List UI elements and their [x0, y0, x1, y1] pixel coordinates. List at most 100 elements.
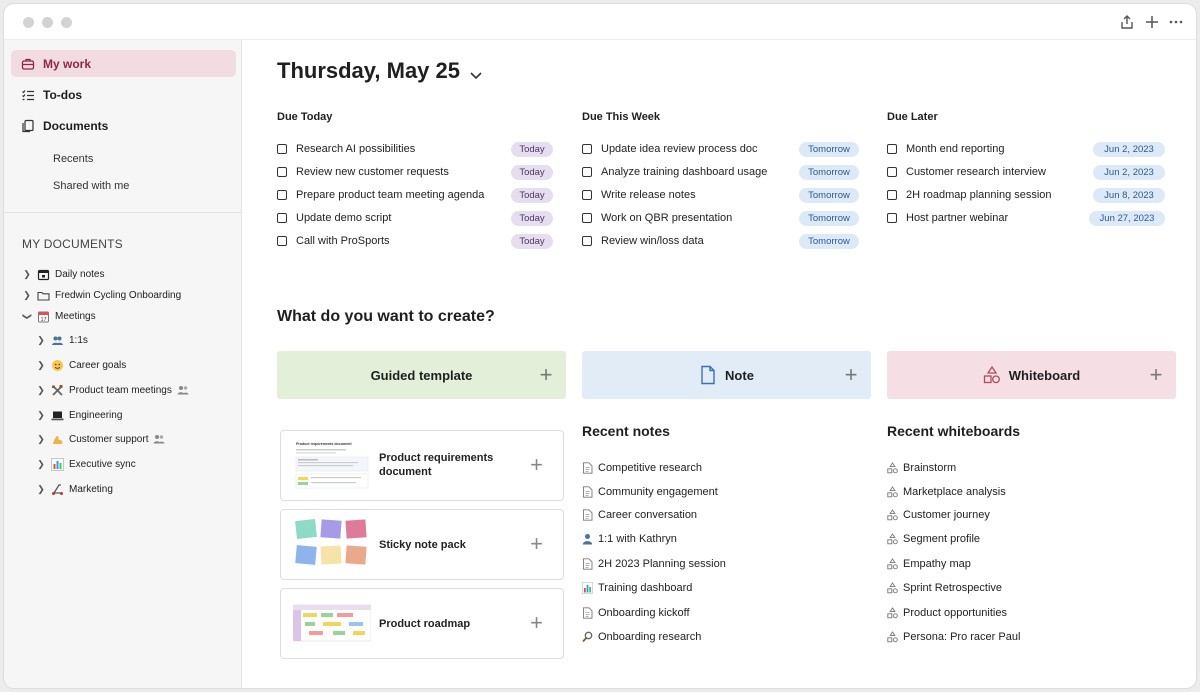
- recent-notes-heading: Recent notes: [582, 423, 670, 439]
- list-item[interactable]: Persona: Pro racer Paul: [887, 629, 1020, 645]
- chevron-right-icon[interactable]: ❯: [22, 269, 32, 280]
- task-item[interactable]: Month end reporting: [887, 140, 1004, 158]
- list-item[interactable]: Marketplace analysis: [887, 484, 1006, 500]
- list-item[interactable]: Sprint Retrospective: [887, 580, 1002, 596]
- task-item[interactable]: Review new customer requests: [277, 163, 449, 181]
- task-checkbox[interactable]: [277, 236, 287, 246]
- nav-documents[interactable]: Documents: [11, 112, 236, 139]
- task-item[interactable]: Update idea review process doc: [582, 140, 758, 158]
- task-item[interactable]: 2H roadmap planning session: [887, 186, 1052, 204]
- list-item[interactable]: Community engagement: [582, 484, 718, 500]
- list-item[interactable]: Customer journey: [887, 507, 990, 523]
- nav-recents[interactable]: Recents: [53, 153, 93, 165]
- task-checkbox[interactable]: [582, 190, 592, 200]
- nav-to-dos[interactable]: To-dos: [11, 81, 236, 108]
- list-item[interactable]: Onboarding kickoff: [582, 605, 690, 621]
- list-item[interactable]: Empathy map: [887, 556, 971, 572]
- tree-item-1-1s[interactable]: ❯ 1:1s: [36, 332, 88, 348]
- add-icon[interactable]: [1144, 14, 1160, 30]
- task-checkbox[interactable]: [582, 236, 592, 246]
- list-item[interactable]: Competitive research: [582, 460, 702, 476]
- plus-icon[interactable]: +: [530, 532, 543, 556]
- window-close-dot[interactable]: [23, 17, 34, 28]
- chevron-right-icon[interactable]: ❯: [36, 335, 46, 346]
- list-item[interactable]: Brainstorm: [887, 460, 956, 476]
- more-icon[interactable]: [1168, 14, 1184, 30]
- date-picker[interactable]: Thursday, May 25: [277, 58, 484, 84]
- task-checkbox[interactable]: [887, 213, 897, 223]
- list-item[interactable]: Career conversation: [582, 507, 697, 523]
- list-item[interactable]: Segment profile: [887, 531, 980, 547]
- tree-item-customer-support[interactable]: ❯ Customer support: [36, 431, 165, 447]
- chevron-right-icon[interactable]: ❯: [36, 434, 46, 445]
- template-card-prd[interactable]: Product requirements document Product re…: [280, 430, 564, 501]
- whiteboard-icon: [887, 486, 898, 498]
- share-icon[interactable]: [1119, 14, 1135, 30]
- task-item[interactable]: Call with ProSports: [277, 232, 390, 250]
- plus-icon[interactable]: +: [530, 453, 543, 477]
- task-item[interactable]: Research AI possibilities: [277, 140, 415, 158]
- chevron-right-icon[interactable]: ❯: [36, 385, 46, 396]
- chevron-down-icon[interactable]: ❯: [22, 311, 33, 321]
- create-whiteboard-button[interactable]: Whiteboard +: [887, 351, 1176, 399]
- chevron-right-icon[interactable]: ❯: [36, 360, 46, 371]
- window-zoom-dot[interactable]: [61, 17, 72, 28]
- task-checkbox[interactable]: [582, 167, 592, 177]
- chevron-down-icon[interactable]: [468, 63, 484, 80]
- task-item[interactable]: Update demo script: [277, 209, 391, 227]
- task-checkbox[interactable]: [887, 144, 897, 154]
- task-checkbox[interactable]: [277, 167, 287, 177]
- list-item[interactable]: 1:1 with Kathryn: [582, 531, 677, 547]
- template-thumbnail: [293, 518, 371, 571]
- scooter-icon: [51, 483, 64, 496]
- shared-people-icon: [177, 385, 189, 395]
- list-item[interactable]: Training dashboard: [582, 580, 692, 596]
- chevron-right-icon[interactable]: ❯: [36, 484, 46, 495]
- task-item[interactable]: Write release notes: [582, 186, 696, 204]
- list-item-label: Competitive research: [598, 462, 702, 474]
- create-card-label: Guided template: [370, 367, 473, 383]
- due-badge: Tomorrow: [799, 165, 859, 180]
- task-item[interactable]: Analyze training dashboard usage: [582, 163, 767, 181]
- list-item[interactable]: Onboarding research: [582, 629, 701, 645]
- chevron-right-icon[interactable]: ❯: [36, 410, 46, 421]
- laptop-icon: [51, 409, 64, 422]
- task-checkbox[interactable]: [277, 190, 287, 200]
- tree-item-fredwin-cycling[interactable]: ❯ Fredwin Cycling Onboarding: [22, 287, 181, 303]
- template-card-sticky-notes[interactable]: Sticky note pack +: [280, 509, 564, 580]
- create-guided-template-button[interactable]: Guided template +: [277, 351, 566, 399]
- list-item[interactable]: Product opportunities: [887, 605, 1007, 621]
- task-item[interactable]: Review win/loss data: [582, 232, 704, 250]
- chevron-right-icon[interactable]: ❯: [22, 290, 32, 301]
- nav-shared-with-me[interactable]: Shared with me: [53, 180, 129, 192]
- tree-item-product-team-meetings[interactable]: ❯ Product team meetings: [36, 382, 189, 398]
- task-item[interactable]: Prepare product team meeting agenda: [277, 186, 484, 204]
- plus-icon: +: [844, 362, 858, 387]
- task-item[interactable]: Work on QBR presentation: [582, 209, 732, 227]
- doc-icon: [582, 462, 593, 474]
- task-checkbox[interactable]: [277, 213, 287, 223]
- create-note-button[interactable]: Note +: [582, 351, 871, 399]
- task-checkbox[interactable]: [582, 144, 592, 154]
- tree-item-executive-sync[interactable]: ❯ Executive sync: [36, 456, 136, 472]
- tree-item-label: Career goals: [69, 359, 127, 371]
- task-item[interactable]: Customer research interview: [887, 163, 1046, 181]
- sidebar-divider: [4, 212, 241, 213]
- task-checkbox[interactable]: [582, 213, 592, 223]
- due-badge: Today: [511, 211, 553, 226]
- tree-item-daily-notes[interactable]: ❯ Daily notes: [22, 266, 104, 282]
- tree-item-career-goals[interactable]: ❯ Career goals: [36, 357, 126, 373]
- window-minimize-dot[interactable]: [42, 17, 53, 28]
- task-item[interactable]: Host partner webinar: [887, 209, 1008, 227]
- chevron-right-icon[interactable]: ❯: [36, 459, 46, 470]
- task-checkbox[interactable]: [887, 167, 897, 177]
- task-checkbox[interactable]: [887, 190, 897, 200]
- tree-item-engineering[interactable]: ❯ Engineering: [36, 407, 122, 423]
- plus-icon[interactable]: +: [530, 611, 543, 635]
- nav-my-work[interactable]: My work: [11, 50, 236, 77]
- task-checkbox[interactable]: [277, 144, 287, 154]
- tree-item-meetings[interactable]: ❯ 17 Meetings: [22, 308, 96, 324]
- tree-item-marketing[interactable]: ❯ Marketing: [36, 481, 113, 497]
- template-card-product-roadmap[interactable]: Product roadmap +: [280, 588, 564, 659]
- list-item[interactable]: 2H 2023 Planning session: [582, 556, 726, 572]
